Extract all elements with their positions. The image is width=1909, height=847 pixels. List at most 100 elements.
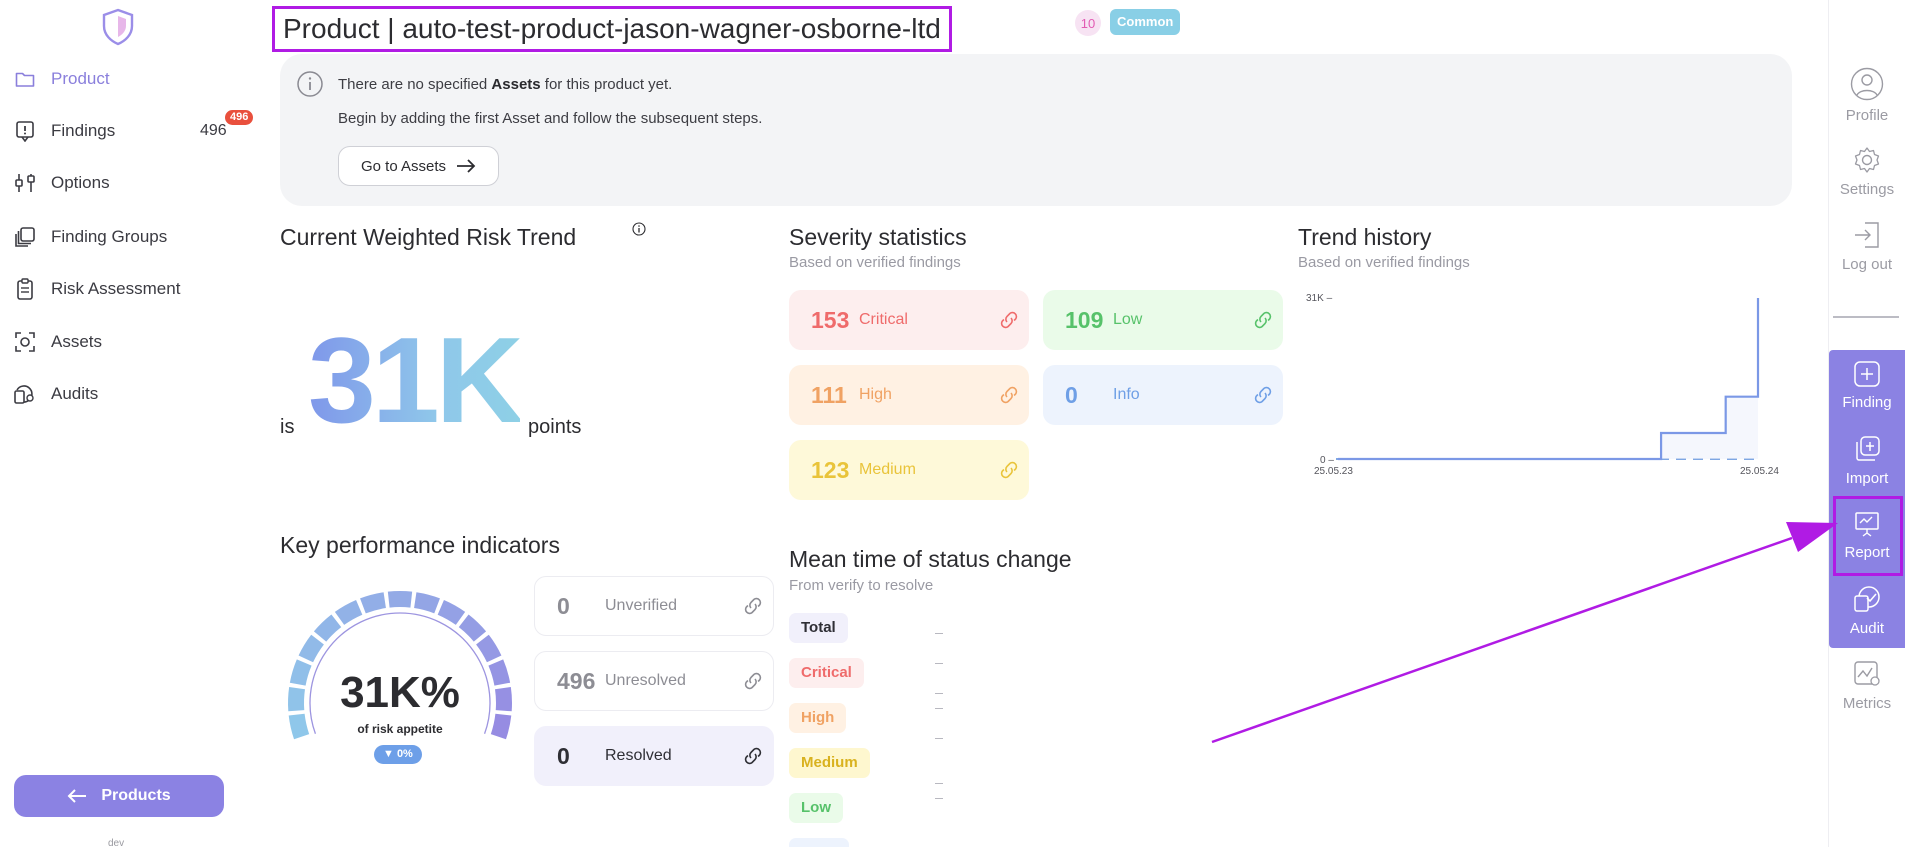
link-icon[interactable]: [1243, 384, 1283, 406]
kpi-count: 0: [557, 592, 570, 619]
assets-emphasis: Assets: [491, 76, 541, 93]
audit-check-icon: [1854, 585, 1880, 612]
sidebar-item-label: Options: [51, 173, 110, 192]
findings-badge: 496: [225, 110, 254, 125]
gauge-segment: [476, 634, 502, 663]
title-count-badge: 10: [1075, 10, 1101, 36]
risk-value: 31K: [308, 312, 524, 448]
sidebar-item-finding-groups[interactable]: Finding Groups: [14, 222, 244, 252]
product-tag-badge: Common: [1110, 9, 1181, 35]
logout-button[interactable]: Log out: [1829, 211, 1905, 281]
import-label: Import: [1845, 469, 1889, 487]
kpi-card-unresolved[interactable]: 496 Unresolved: [534, 651, 774, 711]
sidebar-item-assets[interactable]: Assets: [14, 327, 244, 357]
arrow-right-icon: [457, 159, 476, 173]
kpi-card-unverified[interactable]: 0 Unverified: [534, 576, 774, 636]
settings-button[interactable]: Settings: [1829, 136, 1905, 206]
no-assets-banner: There are no specified Assets for this p…: [280, 54, 1792, 206]
profile-button[interactable]: Profile: [1829, 60, 1905, 130]
risk-suffix: points: [528, 416, 582, 438]
info-icon: [297, 71, 323, 97]
link-icon[interactable]: [733, 745, 773, 767]
severity-count: 123: [811, 456, 850, 483]
mean-time-subtitle: From verify to resolve: [789, 577, 934, 594]
gauge-segment: [360, 592, 386, 614]
info-chip-partial: [789, 838, 849, 847]
logout-icon: [1855, 221, 1879, 248]
kpi-count: 496: [557, 667, 596, 694]
severity-label: Critical: [859, 311, 908, 328]
link-icon[interactable]: [733, 595, 773, 617]
kpi-label: Resolved: [605, 747, 672, 764]
sidebar-item-label: Risk Assessment: [51, 279, 181, 298]
sidebar-item-audits[interactable]: Audits: [14, 379, 244, 409]
page-title: Product | auto-test-product-jason-wagner…: [272, 6, 952, 52]
x-start-label: 25.05.23: [1314, 466, 1353, 477]
add-finding-button[interactable]: Finding: [1829, 350, 1905, 420]
import-icon: [1856, 435, 1880, 461]
go-to-assets-button[interactable]: Go to Assets: [338, 146, 500, 186]
severity-count: 109: [1065, 306, 1104, 333]
logout-label: Log out: [1841, 255, 1893, 273]
y-max-label: 31K –: [1306, 293, 1333, 304]
x-end-label: 25.05.24: [1740, 466, 1779, 477]
shield-logo-icon: [102, 8, 134, 46]
severity-card-medium[interactable]: 123 Medium: [789, 440, 1029, 500]
sidebar-item-label: Product: [51, 69, 110, 88]
severity-label: Info: [1113, 386, 1140, 403]
clipboard-icon: [14, 278, 36, 300]
report-highlight-box: [1833, 496, 1903, 576]
products-button-label: Products: [101, 787, 171, 804]
severity-label: Medium: [859, 461, 916, 478]
assets-icon: [14, 331, 36, 353]
finding-label: Finding: [1842, 393, 1892, 411]
severity-card-info[interactable]: 0 Info: [1043, 365, 1283, 425]
mean-time-chip-low: Low: [789, 793, 843, 823]
user-icon: [1850, 67, 1884, 100]
kpi-count: 0: [557, 742, 570, 769]
severity-card-low[interactable]: 109 Low: [1043, 290, 1283, 350]
products-button[interactable]: Products: [14, 775, 224, 817]
gauge-segment: [437, 599, 466, 625]
sidebar-item-findings[interactable]: Findings 496 496: [14, 110, 254, 146]
link-icon[interactable]: [733, 670, 773, 692]
mean-time-chip-total: Total: [789, 613, 848, 643]
trend-area: [1338, 298, 1758, 459]
sidebar-item-product[interactable]: Product: [14, 64, 244, 94]
link-icon[interactable]: [989, 459, 1029, 481]
link-icon[interactable]: [1243, 309, 1283, 331]
severity-count: 111: [811, 381, 847, 408]
y-min-label: 0 –: [1320, 455, 1334, 466]
trend-history-chart: 31K – 0 – 25.05.23 25.05.24: [1306, 293, 1779, 477]
metrics-icon: [1854, 660, 1880, 686]
settings-label: Settings: [1839, 180, 1895, 198]
gauge-segment: [414, 592, 440, 614]
severity-subtitle: Based on verified findings: [789, 254, 961, 271]
info-small-icon[interactable]: [632, 222, 646, 236]
import-button[interactable]: Import: [1829, 425, 1905, 495]
kpi-card-resolved[interactable]: 0 Resolved: [534, 726, 774, 786]
severity-card-critical[interactable]: 153 Critical: [789, 290, 1029, 350]
risk-prefix: is: [280, 416, 295, 438]
risk-trend-title: Current Weighted Risk Trend: [280, 224, 577, 250]
link-icon[interactable]: [989, 309, 1029, 331]
gauge-label: of risk appetite: [357, 722, 443, 736]
mean-time-title: Mean time of status change: [789, 546, 1072, 572]
severity-card-high[interactable]: 111 High: [789, 365, 1029, 425]
banner-line-2: Begin by adding the first Asset and foll…: [338, 110, 763, 127]
findings-count: 496: [200, 122, 227, 139]
audit-button[interactable]: Audit: [1829, 575, 1905, 645]
metrics-button[interactable]: Metrics: [1829, 650, 1905, 720]
right-bar-divider: [1833, 316, 1899, 318]
gauge-segment: [458, 614, 487, 642]
gauge-segment: [298, 634, 324, 663]
link-icon[interactable]: [989, 384, 1029, 406]
severity-title: Severity statistics: [789, 224, 967, 250]
audits-icon: [14, 383, 36, 405]
go-to-assets-label: Go to Assets: [361, 157, 447, 175]
sidebar-item-label: Finding Groups: [51, 227, 168, 246]
sidebar-item-options[interactable]: Options: [14, 168, 244, 198]
sidebar-item-risk-assessment[interactable]: Risk Assessment: [14, 274, 244, 304]
trend-history-title: Trend history: [1298, 224, 1432, 250]
options-icon: [14, 172, 36, 194]
